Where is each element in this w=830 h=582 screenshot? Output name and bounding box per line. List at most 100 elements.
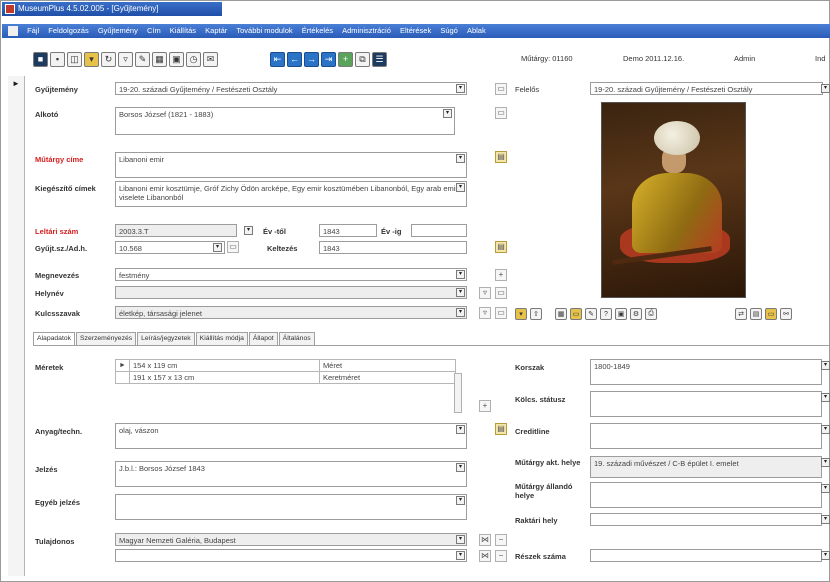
kulcsszavak-filter-icon[interactable]: ▿ (479, 307, 491, 319)
alkoto-dropdown-icon[interactable]: ▾ (443, 109, 452, 118)
tulajdonos-2-dropdown-icon[interactable]: ▾ (456, 551, 465, 560)
korszak-dropdown-icon[interactable]: ▾ (821, 361, 830, 370)
keltezes-note-icon[interactable]: ▤ (495, 241, 507, 253)
kolcs-statusz-dropdown-icon[interactable]: ▾ (821, 393, 830, 402)
last-record-icon[interactable]: ⇥ (321, 51, 336, 67)
felelos-dropdown-icon[interactable]: ▾ (821, 84, 830, 93)
mutargy-cime-dropdown-icon[interactable]: ▾ (456, 154, 465, 163)
save-icon[interactable]: ■ (33, 51, 48, 67)
meretek-add-icon[interactable]: + (479, 400, 491, 412)
anyag-field[interactable]: olaj, vászon (115, 423, 467, 449)
mutargy-cime-field[interactable]: Libanoni emir (115, 152, 467, 178)
tulajdonos-link-icon[interactable]: ⋈ (479, 534, 491, 546)
meret-type-cell[interactable]: Méret (318, 359, 456, 372)
meret-type-cell[interactable]: Keretméret (318, 371, 456, 384)
creditline-dropdown-icon[interactable]: ▾ (821, 425, 830, 434)
image-note-icon[interactable]: ▭ (765, 308, 777, 320)
kiegeszito-cimek-dropdown-icon[interactable]: ▾ (456, 183, 465, 192)
menu-item-feldolgozas[interactable]: Feldolgozás (48, 24, 88, 38)
ev-tol-field[interactable]: 1843 (319, 224, 377, 237)
alkoto-lookup-icon[interactable]: ▭ (495, 107, 507, 119)
gyujtemeny-lookup-icon[interactable]: ▭ (495, 83, 507, 95)
tab-kiallitas-modja[interactable]: Kiállítás módja (195, 332, 248, 345)
egyeb-jelzes-dropdown-icon[interactable]: ▾ (456, 496, 465, 505)
image-gallery-icon[interactable]: ▦ (555, 308, 567, 320)
tab-allapot[interactable]: Állapot (248, 332, 278, 345)
mutargy-allando-helye-dropdown-icon[interactable]: ▾ (821, 484, 830, 493)
korszak-field[interactable]: 1800-1849 (590, 359, 822, 385)
mutargy-cime-note-icon[interactable]: ▤ (495, 151, 507, 163)
tulajdonos-dropdown-icon[interactable]: ▾ (456, 535, 465, 544)
tab-altalanos[interactable]: Általános (278, 332, 315, 345)
menu-item-sugo[interactable]: Súgó (440, 24, 458, 38)
image-thumbs-icon[interactable]: ▤ (750, 308, 762, 320)
kiegeszito-cimek-field[interactable]: Libanoni emir kosztümje, Gróf Zichy Ödön… (115, 181, 467, 207)
menu-item-adminisztracio[interactable]: Adminisztráció (342, 24, 391, 38)
mutargy-akt-helye-field[interactable]: 19. századi művészet / C-B épület I. eme… (590, 456, 822, 478)
helynev-field[interactable] (115, 286, 467, 299)
kulcsszavak-dropdown-icon[interactable]: ▾ (456, 308, 465, 317)
gyujt-sz-field[interactable]: 10.568 (115, 241, 225, 254)
table-row[interactable]: ► 154 x 119 cm Méret (115, 359, 456, 372)
tulajdonos-remove-icon[interactable]: − (495, 534, 507, 546)
megnevezes-field[interactable]: festmény (115, 268, 467, 281)
meret-value-cell[interactable]: 191 x 157 x 13 cm (128, 371, 320, 384)
refresh-icon[interactable]: ↻ (101, 51, 116, 67)
kulcsszavak-lookup-icon[interactable]: ▭ (495, 307, 507, 319)
felelos-field[interactable]: 19-20. századi Gyűjtemény / Festészeti O… (590, 82, 823, 95)
filter-icon[interactable]: ▿ (118, 51, 133, 67)
record-selector[interactable]: ► (8, 76, 25, 576)
anyag-dropdown-icon[interactable]: ▾ (456, 425, 465, 434)
image-scan-icon[interactable]: ▣ (615, 308, 627, 320)
window-menu-icon[interactable] (8, 26, 18, 37)
alkoto-field[interactable]: Borsos József (1821 - 1883) (115, 107, 455, 135)
menu-item-gyujtemeny[interactable]: Gyűjtemény (98, 24, 138, 38)
menu-item-kaptar[interactable]: Kaptár (205, 24, 227, 38)
gyujt-sz-lookup-icon[interactable]: ▭ (227, 241, 239, 253)
menu-item-eltersek[interactable]: Eltérések (400, 24, 431, 38)
mail-icon[interactable]: ✉ (203, 51, 218, 67)
first-record-icon[interactable]: ⇤ (270, 51, 285, 67)
reszek-szama-dropdown-icon[interactable]: ▾ (821, 551, 830, 560)
mutargy-allando-helye-field[interactable] (590, 482, 822, 508)
meret-value-cell[interactable]: 154 x 119 cm (128, 359, 320, 372)
clock-icon[interactable]: ◷ (186, 51, 201, 67)
creditline-field[interactable] (590, 423, 822, 449)
copy-record-icon[interactable]: ⧉ (355, 51, 370, 67)
meretek-scrollbar[interactable] (454, 373, 462, 413)
raktari-hely-field[interactable] (590, 513, 822, 526)
gyujt-sz-dropdown-icon[interactable]: ▾ (213, 243, 222, 252)
tulajdonos-field-2[interactable] (115, 549, 467, 562)
egyeb-jelzes-field[interactable] (115, 494, 467, 520)
image-compare-icon[interactable]: ⇄ (735, 308, 747, 320)
tulajdonos-2-link-icon[interactable]: ⋈ (479, 550, 491, 562)
image-folder-icon[interactable]: ▭ (570, 308, 582, 320)
lock-icon[interactable]: ▪ (50, 51, 65, 67)
menu-item-cim[interactable]: Cím (147, 24, 161, 38)
list-view-icon[interactable]: ☰ (372, 51, 387, 67)
menu-item-ertekeles[interactable]: Értékelés (302, 24, 333, 38)
gyujtemeny-dropdown-icon[interactable]: ▾ (456, 84, 465, 93)
image-import-icon[interactable]: ⇧ (530, 308, 542, 320)
image-edit-icon[interactable]: ✎ (585, 308, 597, 320)
menu-item-fajl[interactable]: Fájl (27, 24, 39, 38)
helynev-dropdown-icon[interactable]: ▾ (456, 288, 465, 297)
reszek-szama-field[interactable] (590, 549, 822, 562)
leltari-szam-dropdown-icon[interactable]: ▾ (244, 226, 253, 235)
previous-record-icon[interactable]: ← (287, 51, 302, 67)
raktari-hely-dropdown-icon[interactable]: ▾ (821, 515, 830, 524)
tulajdonos-2-remove-icon[interactable]: − (495, 550, 507, 562)
artwork-image[interactable] (601, 102, 746, 298)
image-open-icon[interactable]: ▾ (515, 308, 527, 320)
leltari-szam-field[interactable]: 2003.3.T (115, 224, 237, 237)
image-settings-icon[interactable]: ⚙ (630, 308, 642, 320)
jelzes-dropdown-icon[interactable]: ▾ (456, 463, 465, 472)
book-icon[interactable]: ◫ (67, 51, 82, 67)
jelzes-field[interactable]: J.b.l.: Borsos József 1843 (115, 461, 467, 487)
image-print-icon[interactable]: ⎙ (645, 308, 657, 320)
keltezes-field[interactable]: 1843 (319, 241, 467, 254)
helynev-filter-icon[interactable]: ▿ (479, 287, 491, 299)
tab-leiras-jegyzetek[interactable]: Leírás/jegyzetek (137, 332, 195, 345)
edit-icon[interactable]: ✎ (135, 51, 150, 67)
helynev-lookup-icon[interactable]: ▭ (495, 287, 507, 299)
